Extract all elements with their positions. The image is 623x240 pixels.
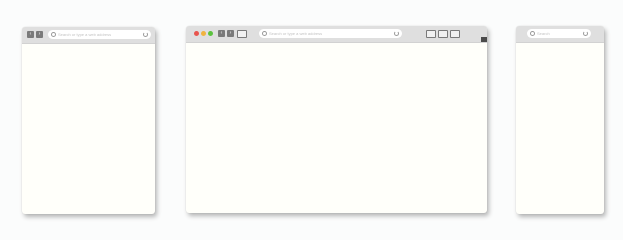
tabs-icon[interactable] — [237, 30, 247, 38]
tablet-browser-window: ‹ › Search or type a web address — [22, 27, 155, 214]
minimize-dot[interactable] — [201, 31, 206, 36]
address-placeholder: Search — [537, 31, 550, 36]
reload-icon[interactable] — [583, 31, 588, 36]
forward-button[interactable]: › — [227, 30, 234, 37]
back-button[interactable]: ‹ — [27, 31, 34, 38]
search-icon — [262, 31, 267, 36]
back-button[interactable]: ‹ — [218, 30, 225, 37]
search-icon — [51, 32, 56, 37]
close-dot[interactable] — [194, 31, 199, 36]
search-icon — [530, 31, 535, 36]
mobile-toolbar: Search — [516, 26, 604, 43]
tablet-toolbar: ‹ › Search or type a web address — [22, 27, 155, 44]
address-bar[interactable]: Search or type a web address — [48, 30, 151, 39]
address-placeholder: Search or type a web address — [58, 32, 112, 37]
reload-icon[interactable] — [143, 32, 148, 37]
desktop-toolbar: ‹ › Search or type a web address — [186, 26, 487, 43]
desktop-browser-window: ‹ › Search or type a web address — [186, 26, 487, 213]
share-icon[interactable] — [450, 30, 460, 38]
reload-icon[interactable] — [394, 31, 399, 36]
address-bar[interactable]: Search — [527, 29, 591, 38]
download-icon[interactable] — [426, 30, 436, 38]
address-placeholder: Search or type a web address — [269, 31, 323, 36]
maximize-dot[interactable] — [208, 31, 213, 36]
menu-icon[interactable] — [481, 37, 487, 42]
mobile-browser-window: Search — [516, 26, 604, 214]
bookmarks-icon[interactable] — [438, 30, 448, 38]
address-bar[interactable]: Search or type a web address — [259, 29, 402, 38]
forward-button[interactable]: › — [36, 31, 43, 38]
